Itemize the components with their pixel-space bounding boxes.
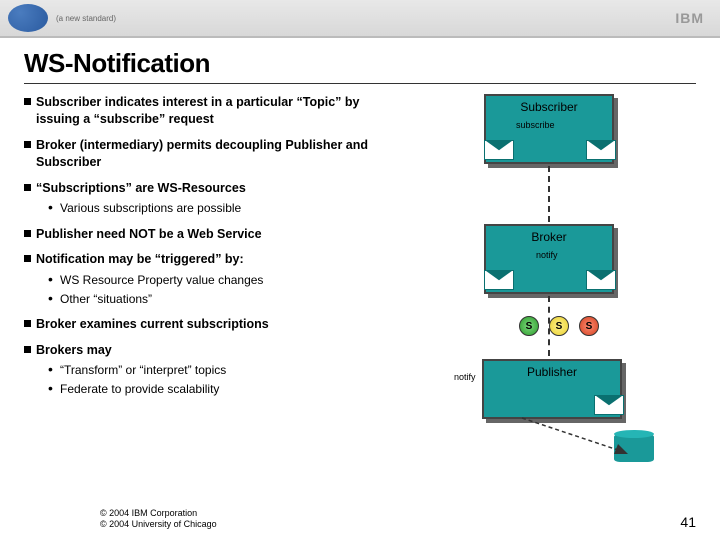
title-rule [24, 83, 696, 84]
header-bar: (a new standard) IBM [0, 0, 720, 38]
broker-label: Broker [486, 230, 612, 244]
envelope-icon [484, 140, 514, 160]
bullet-7-sub-2: Federate to provide scalability [48, 381, 404, 397]
bullet-7-sub-1: “Transform” or “interpret” topics [48, 362, 404, 378]
broker-box: Broker notify [484, 224, 614, 294]
bullet-column: Subscriber indicates interest in a parti… [24, 94, 404, 514]
arrow-publisher-db [514, 414, 644, 464]
envelope-icon [586, 270, 616, 290]
content-area: Subscriber indicates interest in a parti… [0, 94, 720, 514]
ibm-logo: IBM [675, 10, 704, 26]
logo-left: (a new standard) [8, 4, 116, 32]
subscription-circle-1: S [519, 316, 539, 336]
bullet-3-sub-1: Various subscriptions are possible [48, 200, 404, 216]
envelope-icon [484, 270, 514, 290]
subscribe-label: subscribe [516, 120, 555, 130]
subscription-circle-2: S [549, 316, 569, 336]
publisher-box: Publisher [482, 359, 622, 419]
bullet-5-sub-1: WS Resource Property value changes [48, 272, 404, 288]
bullet-3: “Subscriptions” are WS-Resources Various… [24, 180, 404, 217]
globus-logo-icon [8, 4, 48, 32]
bullet-4: Publisher need NOT be a Web Service [24, 226, 404, 243]
footer-line-1: © 2004 IBM Corporation [100, 508, 217, 519]
slide-title: WS-Notification [0, 38, 720, 83]
subscriber-label: Subscriber [486, 100, 612, 114]
page-number: 41 [680, 514, 696, 530]
bullet-2: Broker (intermediary) permits decoupling… [24, 137, 404, 171]
bullet-1: Subscriber indicates interest in a parti… [24, 94, 404, 128]
bullet-7: Brokers may “Transform” or “interpret” t… [24, 342, 404, 397]
footer-copyright: © 2004 IBM Corporation © 2004 University… [100, 508, 217, 530]
subscriber-box: Subscriber subscribe [484, 94, 614, 164]
notify-label-1: notify [536, 250, 558, 260]
footer-line-2: © 2004 University of Chicago [100, 519, 217, 530]
subscription-circle-3: S [579, 316, 599, 336]
logo-subtitle: (a new standard) [56, 14, 116, 23]
envelope-icon [594, 395, 624, 415]
bullet-6: Broker examines current subscriptions [24, 316, 404, 333]
bullet-5-sub-2: Other “situations” [48, 291, 404, 307]
envelope-icon [586, 140, 616, 160]
notify-label-2: notify [454, 372, 476, 382]
arrow-subscriber-broker [548, 166, 550, 222]
publisher-label: Publisher [484, 365, 620, 379]
diagram-column: Subscriber subscribe Broker notify S S S… [404, 94, 720, 514]
bullet-5: Notification may be “triggered” by: WS R… [24, 251, 404, 306]
